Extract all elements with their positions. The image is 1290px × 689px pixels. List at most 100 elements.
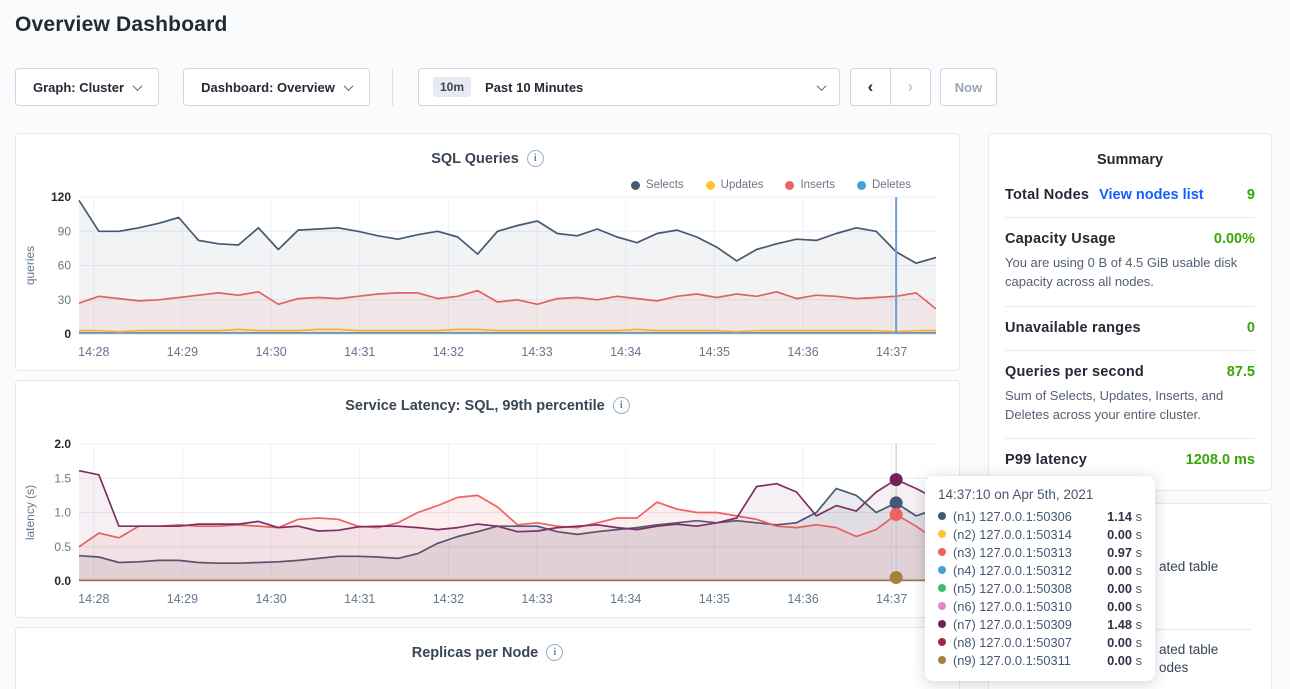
info-icon[interactable]: i	[527, 150, 544, 167]
replicas-per-node-card: Replicas per Node i	[15, 627, 960, 689]
tooltip-node-row: (n6) 127.0.0.1:50310 0.00 s	[938, 597, 1142, 615]
time-now-button[interactable]: Now	[940, 68, 997, 106]
summary-row: Capacity Usage 0.00% You are using 0 B o…	[1005, 218, 1255, 307]
svg-text:14:28: 14:28	[78, 345, 109, 359]
node-color-dot-icon	[938, 656, 946, 664]
service-latency-title: Service Latency: SQL, 99th percentile	[345, 398, 605, 414]
svg-text:14:36: 14:36	[787, 592, 818, 606]
svg-text:14:37: 14:37	[876, 345, 907, 359]
info-icon[interactable]: i	[546, 644, 563, 661]
event-text-fragment: ated table	[1159, 642, 1218, 657]
svg-text:14:31: 14:31	[344, 592, 375, 606]
node-address: (n8) 127.0.0.1:50307	[953, 635, 1072, 650]
event-text-fragment: odes	[1159, 660, 1188, 675]
summary-row-value: 1208.0 ms	[1186, 452, 1255, 468]
tooltip-timestamp: 14:37:10 on Apr 5th, 2021	[938, 487, 1142, 502]
node-address: (n2) 127.0.0.1:50314	[953, 527, 1072, 542]
page-title: Overview Dashboard	[15, 13, 228, 37]
service-latency-card: Service Latency: SQL, 99th percentile i …	[15, 380, 960, 618]
summary-row-label: Capacity Usage	[1005, 231, 1116, 247]
summary-row: Total Nodes View nodes list 9	[1005, 174, 1255, 218]
svg-text:14:29: 14:29	[167, 345, 198, 359]
svg-text:1.0: 1.0	[54, 506, 71, 520]
time-range-label: Past 10 Minutes	[485, 80, 583, 95]
graph-dropdown[interactable]: Graph: Cluster	[15, 68, 159, 106]
svg-text:14:37: 14:37	[876, 592, 907, 606]
node-latency-value: 0.00 s	[1107, 563, 1142, 578]
summary-row: Unavailable ranges 0	[1005, 307, 1255, 351]
time-range-dropdown[interactable]: 10m Past 10 Minutes	[418, 68, 840, 106]
svg-text:14:33: 14:33	[521, 345, 552, 359]
svg-text:0.0: 0.0	[54, 574, 71, 588]
node-color-dot-icon	[938, 620, 946, 628]
node-latency-value: 1.48 s	[1107, 617, 1142, 632]
dashboard-dropdown[interactable]: Dashboard: Overview	[183, 68, 370, 106]
dashboard-dropdown-label: Dashboard: Overview	[201, 80, 335, 95]
summary-row-value: 0	[1247, 320, 1255, 336]
node-latency-value: 0.00 s	[1107, 581, 1142, 596]
svg-text:14:34: 14:34	[610, 345, 641, 359]
summary-row: Queries per second 87.5 Sum of Selects, …	[1005, 351, 1255, 440]
chevron-down-icon	[817, 81, 827, 91]
node-address: (n3) 127.0.0.1:50313	[953, 545, 1072, 560]
tooltip-node-row: (n1) 127.0.0.1:50306 1.14 s	[938, 507, 1142, 525]
info-icon[interactable]: i	[613, 397, 630, 414]
node-latency-value: 0.00 s	[1107, 527, 1142, 542]
graph-dropdown-label: Graph: Cluster	[33, 80, 124, 95]
node-latency-value: 0.00 s	[1107, 653, 1142, 668]
node-address: (n9) 127.0.0.1:50311	[953, 653, 1071, 668]
tooltip-node-row: (n3) 127.0.0.1:50313 0.97 s	[938, 543, 1142, 561]
summary-row-label: Total Nodes	[1005, 187, 1089, 203]
tooltip-node-row: (n5) 127.0.0.1:50308 0.00 s	[938, 579, 1142, 597]
node-latency-value: 1.14 s	[1107, 509, 1142, 524]
node-color-dot-icon	[938, 584, 946, 592]
summary-row-label: Queries per second	[1005, 364, 1144, 380]
svg-text:14:34: 14:34	[610, 592, 641, 606]
svg-text:14:28: 14:28	[78, 592, 109, 606]
tooltip-node-row: (n8) 127.0.0.1:50307 0.00 s	[938, 633, 1142, 651]
summary-row-note: You are using 0 B of 4.5 GiB usable disk…	[1005, 254, 1255, 292]
svg-text:14:30: 14:30	[255, 592, 286, 606]
summary-row-label: P99 latency	[1005, 452, 1087, 468]
node-color-dot-icon	[938, 512, 946, 520]
time-prev-button[interactable]: ‹	[850, 68, 891, 106]
summary-row-value: 87.5	[1227, 364, 1255, 380]
sql-queries-chart[interactable]: 030609012014:2814:2914:3014:3114:3214:33…	[16, 178, 961, 372]
node-latency-value: 0.00 s	[1107, 635, 1142, 650]
node-address: (n6) 127.0.0.1:50310	[953, 599, 1072, 614]
events-divider	[1156, 629, 1251, 630]
summary-row-note: Sum of Selects, Updates, Inserts, and De…	[1005, 387, 1255, 425]
svg-text:14:29: 14:29	[167, 592, 198, 606]
svg-text:14:31: 14:31	[344, 345, 375, 359]
tooltip-node-row: (n2) 127.0.0.1:50314 0.00 s	[938, 525, 1142, 543]
replicas-per-node-title: Replicas per Node	[412, 645, 539, 661]
svg-text:0.5: 0.5	[54, 540, 71, 554]
svg-text:14:35: 14:35	[699, 592, 730, 606]
svg-text:30: 30	[58, 293, 72, 307]
view-nodes-list-link[interactable]: View nodes list	[1099, 187, 1204, 203]
node-address: (n7) 127.0.0.1:50309	[953, 617, 1072, 632]
node-address: (n4) 127.0.0.1:50312	[953, 563, 1072, 578]
node-latency-value: 0.97 s	[1107, 545, 1142, 560]
summary-row-value: 9	[1247, 187, 1255, 203]
svg-text:14:35: 14:35	[699, 345, 730, 359]
overview-dashboard-page: Overview Dashboard Graph: Cluster Dashbo…	[0, 0, 1290, 689]
event-text-fragment: ated table	[1159, 559, 1218, 574]
sql-queries-title: SQL Queries	[431, 151, 519, 167]
node-latency-value: 0.00 s	[1107, 599, 1142, 614]
svg-text:14:33: 14:33	[521, 592, 552, 606]
svg-text:0: 0	[64, 327, 71, 341]
time-next-button[interactable]: ›	[890, 68, 931, 106]
summary-row-label: Unavailable ranges	[1005, 320, 1141, 336]
tooltip-node-row: (n9) 127.0.0.1:50311 0.00 s	[938, 651, 1142, 669]
summary-rows: Total Nodes View nodes list 9 Capacity U…	[989, 174, 1271, 482]
tooltip-node-row: (n7) 127.0.0.1:50309 1.48 s	[938, 615, 1142, 633]
chevron-down-icon	[133, 81, 143, 91]
service-latency-chart[interactable]: 0.00.51.01.52.014:2814:2914:3014:3114:32…	[16, 425, 961, 621]
tooltip-node-row: (n4) 127.0.0.1:50312 0.00 s	[938, 561, 1142, 579]
chevron-down-icon	[343, 81, 353, 91]
svg-text:1.5: 1.5	[54, 471, 71, 485]
summary-card: Summary Total Nodes View nodes list 9 Ca…	[988, 133, 1272, 491]
latency-hover-tooltip: 14:37:10 on Apr 5th, 2021 (n1) 127.0.0.1…	[925, 476, 1155, 681]
node-color-dot-icon	[938, 548, 946, 556]
